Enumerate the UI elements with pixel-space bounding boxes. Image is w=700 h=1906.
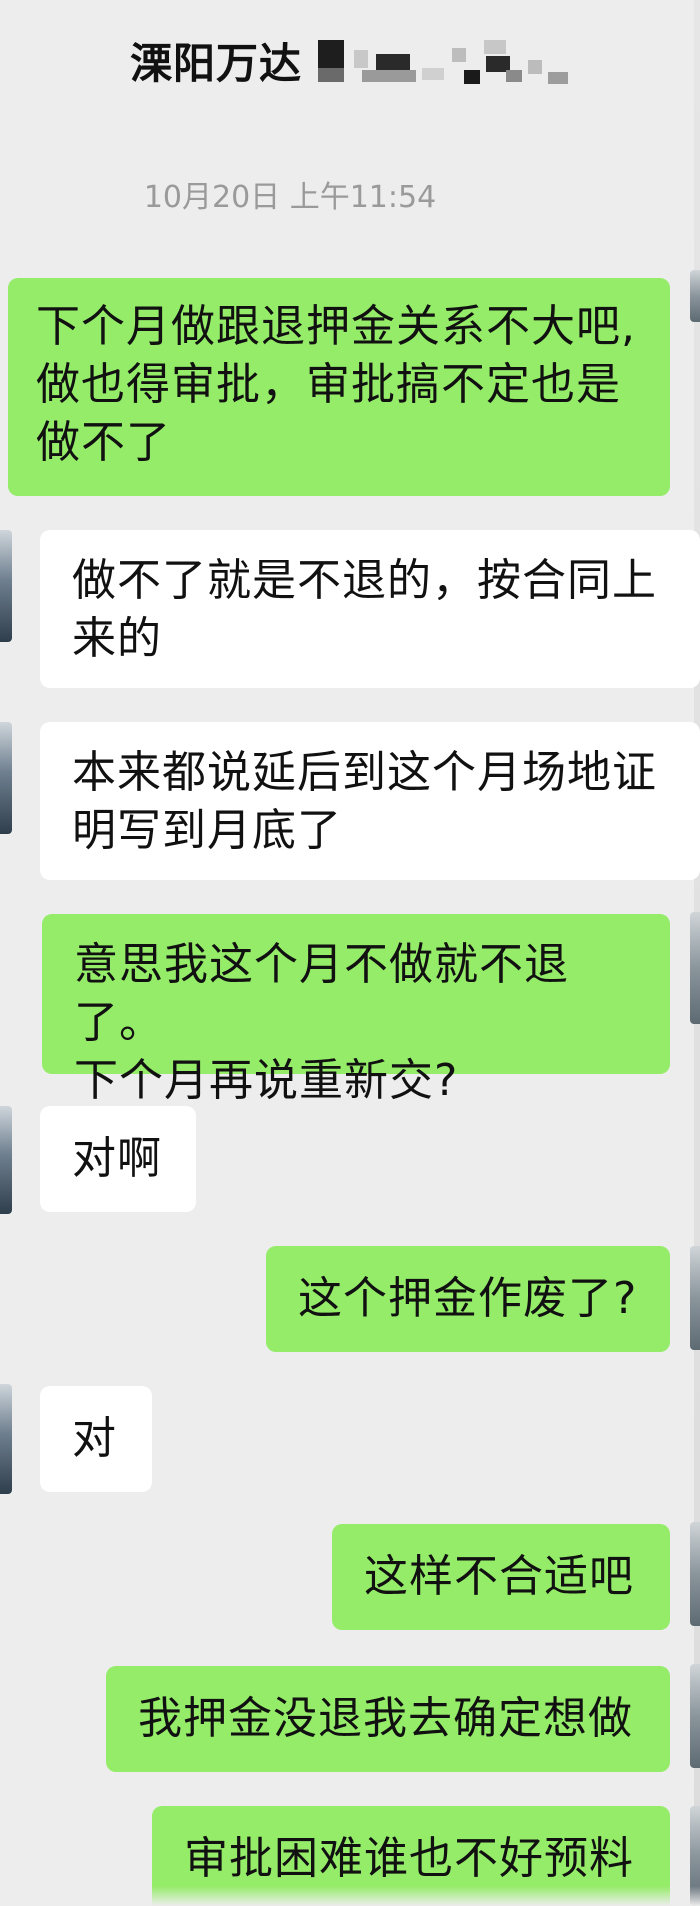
chat-screen: 溧阳万达 10月20日 上午11:54 下个月做跟退押金关系不大吧, 做也得审批… — [0, 0, 700, 1906]
message-timestamp: 10月20日 上午11:54 — [143, 180, 437, 215]
my-avatar[interactable] — [690, 912, 700, 1024]
message-line: 这个押金作废了? — [298, 1273, 638, 1324]
message-line: 做不了就是不退的，按合同上 — [72, 555, 657, 606]
message-bubble-contact[interactable]: 本来都说延后到这个月场地证 明写到月底了 — [40, 722, 700, 880]
contact-avatar[interactable] — [0, 722, 12, 834]
message-line: 明写到月底了 — [72, 805, 342, 856]
message-line: 下个月再说重新交? — [74, 1055, 459, 1106]
message-line: 我押金没退我去确定想做 — [138, 1693, 633, 1744]
message-bubble-mine[interactable]: 意思我这个月不做就不退了。 下个月再说重新交? — [42, 914, 670, 1106]
message-line: 来的 — [72, 613, 162, 664]
message-line: 对啊 — [72, 1133, 162, 1184]
my-avatar[interactable] — [690, 270, 700, 322]
chat-header: 溧阳万达 — [0, 0, 700, 120]
message-line: 对 — [72, 1413, 117, 1464]
message-line: 做也得审批，审批搞不定也是 — [36, 359, 621, 410]
bottom-fade — [0, 1886, 700, 1906]
contact-avatar[interactable] — [0, 1106, 12, 1214]
contact-avatar[interactable] — [0, 530, 12, 642]
message-bubble-contact[interactable]: 对 — [40, 1386, 152, 1492]
message-line: 意思我这个月不做就不退了。 — [74, 939, 569, 1048]
my-avatar[interactable] — [690, 1522, 700, 1626]
message-bubble-mine[interactable]: 下个月做跟退押金关系不大吧, 做也得审批，审批搞不定也是 做不了 — [8, 278, 670, 496]
message-line: 本来都说延后到这个月场地证 — [72, 747, 657, 798]
message-bubble-mine[interactable]: 我押金没退我去确定想做 — [106, 1666, 670, 1772]
message-line: 审批困难谁也不好预料 — [184, 1833, 634, 1884]
my-avatar[interactable] — [690, 1246, 700, 1350]
message-bubble-contact[interactable]: 对啊 — [40, 1106, 196, 1212]
chat-title[interactable]: 溧阳万达 — [130, 30, 302, 91]
message-bubble-mine[interactable]: 这样不合适吧 — [332, 1524, 670, 1630]
contact-avatar[interactable] — [0, 1384, 12, 1494]
message-line: 这样不合适吧 — [364, 1551, 634, 1602]
redacted-name-mosaic — [318, 40, 578, 90]
message-line: 做不了 — [36, 417, 171, 468]
message-bubble-mine[interactable]: 这个押金作废了? — [266, 1246, 670, 1352]
message-bubble-contact[interactable]: 做不了就是不退的，按合同上 来的 — [40, 530, 700, 688]
message-line: 下个月做跟退押金关系不大吧, — [36, 301, 636, 352]
my-avatar[interactable] — [690, 1664, 700, 1768]
